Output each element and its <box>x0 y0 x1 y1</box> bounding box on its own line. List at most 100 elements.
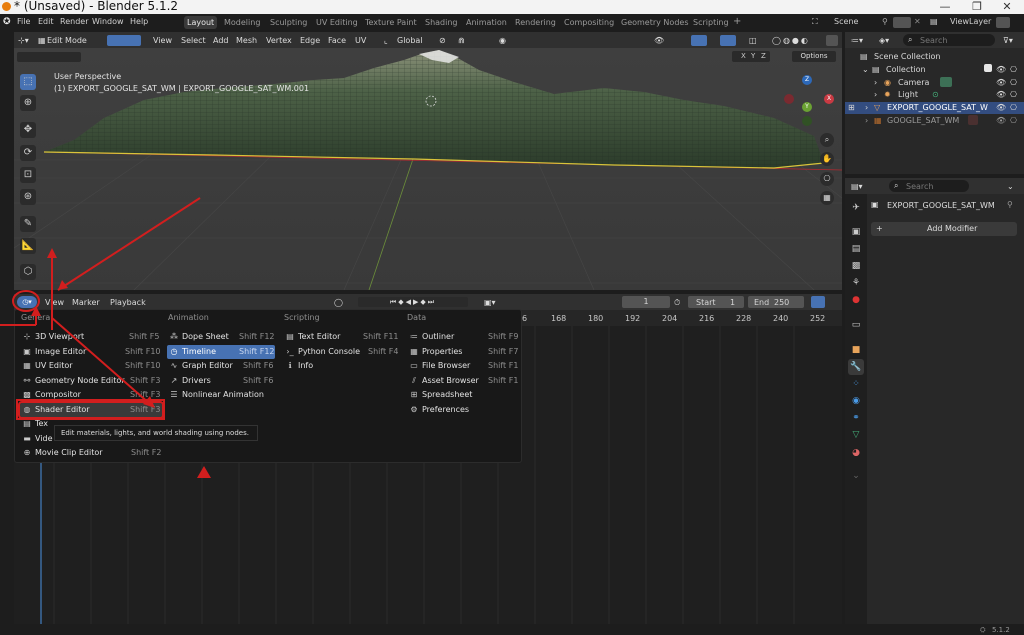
menu-view[interactable]: View <box>153 36 172 45</box>
eye-icon[interactable]: 👁 <box>996 90 1006 99</box>
menu-item-nonlinear-animation[interactable]: ☰ Nonlinear Animation <box>167 388 275 402</box>
modifier-tab-icon[interactable]: 🔧 <box>848 359 864 375</box>
menu-item-shader-editor[interactable]: ◍ Shader Editor Shift F3 <box>18 401 164 419</box>
view-layer-icon[interactable]: ▤ <box>930 17 938 26</box>
outliner-row-scene-collection[interactable]: ▤ Scene Collection <box>860 51 1024 63</box>
rotate-tool-icon[interactable]: ⟳ <box>20 145 36 161</box>
workspace-tab-uv-editing[interactable]: UV Editing <box>313 16 361 29</box>
overlay-toggle-button[interactable] <box>720 35 736 46</box>
expand-arrow-icon[interactable]: ⌄ <box>862 65 869 74</box>
menu-item-graph-editor[interactable]: ∿ Graph Editor Shift F6 <box>167 359 275 373</box>
scene-tab-icon[interactable]: ⚘ <box>848 275 864 291</box>
menu-item-text-editor[interactable]: ▤ Text Editor Shift F11 <box>283 330 399 344</box>
render-camera-icon[interactable]: ⎔ <box>1010 65 1017 74</box>
shading-mode-icons[interactable]: ◯◍●◐ <box>772 36 810 45</box>
edit-tool-buttons[interactable] <box>17 52 81 62</box>
workspace-tab-geometry-nodes[interactable]: Geometry Nodes <box>618 16 691 29</box>
workspace-tab-modeling[interactable]: Modeling <box>221 16 263 29</box>
add-workspace-button[interactable]: + <box>730 15 744 28</box>
xray-icon[interactable]: ◫ <box>749 36 757 45</box>
expand-arrow-icon[interactable]: › <box>874 90 877 99</box>
eye-icon[interactable]: 👁 <box>996 103 1006 112</box>
select-mode-buttons[interactable] <box>107 35 141 46</box>
properties-editor-type-icon[interactable]: ▤▾ <box>851 182 863 191</box>
mirror-axis-toggles[interactable]: X Y Z <box>732 51 770 62</box>
menu-face[interactable]: Face <box>328 36 346 45</box>
menu-edit[interactable]: Edit <box>38 17 54 26</box>
minimize-button[interactable]: — <box>930 0 960 14</box>
transform-tool-icon[interactable]: ⊛ <box>20 189 36 205</box>
pin-icon[interactable]: ⚲ <box>882 17 888 26</box>
collection-tab-icon[interactable]: ▭ <box>848 317 864 333</box>
measure-tool-icon[interactable]: 📐 <box>20 238 36 254</box>
outliner-search-input[interactable]: ⌕ Search <box>903 34 995 46</box>
eye-icon[interactable]: 👁 <box>996 65 1006 74</box>
editor-type-icon[interactable]: ⊹▾ <box>18 36 29 45</box>
scene-name[interactable]: Scene <box>834 17 858 26</box>
gizmo-y-axis[interactable]: Y <box>802 102 812 112</box>
keying-set-button[interactable] <box>811 296 825 308</box>
menu-item-geometry-node-editor[interactable]: ⚯ Geometry Node Editor Shift F3 <box>20 374 162 388</box>
proportional-edit-icon[interactable]: ◉ <box>499 36 506 45</box>
gizmo-z-axis[interactable]: Z <box>802 75 812 85</box>
render-camera-icon[interactable]: ⎔ <box>1010 103 1017 112</box>
outliner-row-google-sat-wm[interactable]: › ▦ GOOGLE_SAT_WM 👁 ⎔ <box>860 115 1024 127</box>
menu-item-image-editor[interactable]: ▣ Image Editor Shift F10 <box>20 345 162 359</box>
outliner-row-collection[interactable]: ⌄ ▤ Collection 👁 ⎔ <box>860 64 1024 76</box>
outliner-editor-type-icon[interactable]: ≔▾ <box>851 36 863 45</box>
particles-tab-icon[interactable]: ⁘ <box>848 376 864 392</box>
physics-tab-icon[interactable]: ◉ <box>848 393 864 409</box>
menu-window[interactable]: Window <box>92 17 124 26</box>
cursor-tool-icon[interactable]: ⊕ <box>20 95 36 111</box>
menu-select[interactable]: Select <box>181 36 206 45</box>
move-tool-icon[interactable]: ✥ <box>20 122 36 138</box>
add-cube-tool-icon[interactable]: ⬡ <box>20 264 36 280</box>
menu-item-movie-clip-editor[interactable]: ⊕ Movie Clip Editor Shift F2 <box>20 446 162 460</box>
playback-controls[interactable]: ⏮◆◀▶◆⏭ <box>358 297 468 307</box>
mode-selector[interactable]: Edit Mode <box>47 36 87 45</box>
display-mode-icon[interactable]: ◈▾ <box>879 36 889 45</box>
render-camera-icon[interactable]: ⎔ <box>1010 90 1017 99</box>
outliner-row-light[interactable]: › ✹ Light ⊙ 👁 ⎔ <box>860 89 1024 101</box>
pin-icon[interactable]: ⚲ <box>1007 200 1013 209</box>
menu-file[interactable]: File <box>17 17 30 26</box>
menu-item-drivers[interactable]: ↗ Drivers Shift F6 <box>167 374 275 388</box>
properties-panel[interactable] <box>845 178 1024 624</box>
workspace-tab-texture-paint[interactable]: Texture Paint <box>362 16 420 29</box>
transform-orientation-selector[interactable]: Global <box>397 36 423 45</box>
workspace-tab-scripting[interactable]: Scripting <box>690 16 732 29</box>
render-tab-icon[interactable]: ▣ <box>848 224 864 240</box>
timeline-menu-marker[interactable]: Marker <box>72 298 100 307</box>
expand-arrow-icon[interactable]: › <box>865 103 868 112</box>
view-layer-name[interactable]: ViewLayer <box>950 17 991 26</box>
properties-options-icon[interactable]: ⌄ <box>1007 182 1014 191</box>
menu-render[interactable]: Render <box>60 17 88 26</box>
menu-item-3d-viewport[interactable]: ⊹ 3D Viewport Shift F5 <box>20 330 162 344</box>
visibility-icon[interactable]: 👁 <box>654 36 664 45</box>
scale-tool-icon[interactable]: ⊡ <box>20 167 36 183</box>
delete-scene-icon[interactable]: ✕ <box>914 17 921 26</box>
eye-icon[interactable]: 👁 <box>996 116 1006 125</box>
menu-item-python-console[interactable]: ›_ Python Console Shift F4 <box>283 345 399 359</box>
menu-item-info[interactable]: ℹ Info <box>283 359 399 373</box>
workspace-tab-shading[interactable]: Shading <box>422 16 461 29</box>
menu-uv[interactable]: UV <box>355 36 366 45</box>
menu-item-asset-browser[interactable]: ⫽ Asset Browser Shift F1 <box>407 374 518 388</box>
menu-item-preferences[interactable]: ⚙ Preferences <box>407 403 517 417</box>
workspace-tab-sculpting[interactable]: Sculpting <box>267 16 310 29</box>
render-camera-icon[interactable]: ⎔ <box>1010 78 1017 87</box>
axis-z-toggle[interactable]: Z <box>761 52 766 60</box>
axis-y-toggle[interactable]: Y <box>751 52 755 60</box>
expand-arrow-icon[interactable]: › <box>865 116 868 125</box>
menu-item-outliner[interactable]: ≔ Outliner Shift F9 <box>407 330 518 344</box>
options-dropdown[interactable]: Options <box>792 51 836 62</box>
menu-vertex[interactable]: Vertex <box>266 36 292 45</box>
add-modifier-button[interactable]: + Add Modifier <box>871 222 1017 236</box>
workspace-tab-rendering[interactable]: Rendering <box>512 16 559 29</box>
expand-arrow-icon[interactable]: › <box>874 78 877 87</box>
maximize-button[interactable]: ❐ <box>962 0 992 14</box>
scene-selector-icon[interactable]: ⛶ <box>812 17 818 27</box>
workspace-tab-layout[interactable]: Layout <box>184 16 218 29</box>
start-frame-field[interactable]: Start 1 <box>688 296 744 308</box>
menu-edge[interactable]: Edge <box>300 36 320 45</box>
